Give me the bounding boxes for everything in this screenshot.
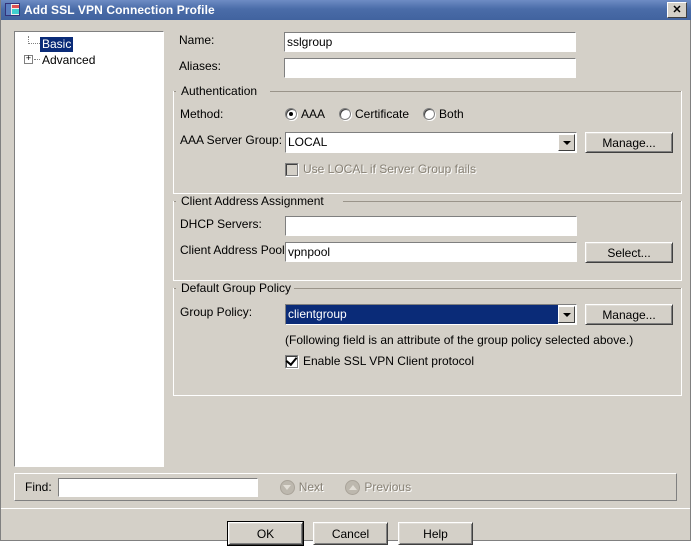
radio-aaa-label: AAA bbox=[301, 107, 326, 121]
use-local-checkbox-label: Use LOCAL if Server Group fails bbox=[303, 162, 476, 176]
group-policy-manage-button[interactable]: Manage... bbox=[585, 304, 673, 325]
radio-both-icon bbox=[423, 108, 436, 120]
tree-item-basic-label: Basic bbox=[40, 36, 74, 52]
chevron-down-icon[interactable] bbox=[558, 134, 575, 151]
cancel-button[interactable]: Cancel bbox=[313, 522, 388, 545]
aaa-manage-button[interactable]: Manage... bbox=[585, 132, 673, 153]
radio-certificate[interactable]: Certificate bbox=[339, 107, 409, 121]
group-policy-note: (Following field is an attribute of the … bbox=[285, 333, 634, 347]
radio-aaa[interactable]: AAA bbox=[285, 107, 325, 121]
aaa-server-group-row: AAA Server Group: bbox=[180, 133, 285, 147]
radio-aaa-icon bbox=[285, 108, 297, 120]
ok-button[interactable]: OK bbox=[227, 521, 304, 546]
navigation-tree[interactable]: Basic + Advanced bbox=[14, 31, 164, 467]
aaa-server-group-label: AAA Server Group: bbox=[180, 133, 283, 147]
dhcp-servers-input[interactable] bbox=[285, 216, 577, 236]
client-address-group: Client Address Assignment DHCP Servers: … bbox=[173, 194, 682, 281]
group-policy-label: Group Policy: bbox=[180, 305, 253, 319]
address-pools-input[interactable]: vpnpool bbox=[285, 242, 577, 262]
radio-certificate-icon bbox=[339, 108, 352, 120]
find-previous-button: Previous bbox=[345, 479, 412, 495]
tree-item-basic[interactable]: Basic bbox=[19, 36, 163, 52]
title-bar: Add SSL VPN Connection Profile ✕ bbox=[1, 0, 691, 20]
use-local-checkbox: Use LOCAL if Server Group fails bbox=[285, 162, 476, 176]
name-label: Name: bbox=[179, 33, 215, 47]
tree-item-advanced[interactable]: + Advanced bbox=[19, 52, 163, 68]
name-input[interactable]: sslgroup bbox=[284, 32, 576, 52]
name-row: Name: bbox=[179, 33, 284, 47]
arrow-up-icon bbox=[345, 479, 361, 495]
profile-window-icon bbox=[5, 2, 21, 18]
aaa-server-group-value: LOCAL bbox=[288, 135, 328, 149]
enable-ssl-vpn-checkbox[interactable]: Enable SSL VPN Client protocol bbox=[285, 353, 474, 368]
chevron-down-icon[interactable] bbox=[558, 306, 575, 323]
expand-plus-icon[interactable]: + bbox=[23, 52, 40, 68]
aaa-server-group-select[interactable]: LOCAL bbox=[285, 132, 577, 153]
address-pools-select-button[interactable]: Select... bbox=[585, 242, 673, 263]
group-policy-value: clientgroup bbox=[286, 305, 558, 324]
radio-both[interactable]: Both bbox=[423, 107, 464, 121]
dhcp-servers-label: DHCP Servers: bbox=[180, 217, 262, 231]
dialog-window: Add SSL VPN Connection Profile ✕ Basic + bbox=[0, 0, 691, 546]
aliases-label: Aliases: bbox=[179, 59, 222, 73]
find-previous-label: Previous bbox=[364, 480, 412, 494]
arrow-down-icon bbox=[279, 479, 295, 495]
enable-ssl-vpn-checkbox-icon bbox=[285, 353, 298, 368]
group-policy-select[interactable]: clientgroup bbox=[285, 304, 577, 325]
aliases-input[interactable] bbox=[284, 58, 576, 78]
find-bar: Find: Next Previous bbox=[14, 473, 677, 501]
find-input[interactable] bbox=[57, 477, 258, 497]
help-button[interactable]: Help bbox=[398, 522, 473, 545]
find-next-label: Next bbox=[298, 480, 324, 494]
radio-certificate-label: Certificate bbox=[355, 107, 410, 121]
group-policy-row: Group Policy: bbox=[180, 305, 285, 319]
address-pools-label: Client Address Pools: bbox=[180, 243, 295, 257]
window-title: Add SSL VPN Connection Profile bbox=[24, 3, 215, 17]
method-row: Method: AAA Certificate Both bbox=[180, 107, 478, 121]
radio-both-label: Both bbox=[439, 107, 464, 121]
tree-item-advanced-label: Advanced bbox=[42, 52, 96, 67]
dhcp-servers-row: DHCP Servers: bbox=[180, 217, 285, 231]
address-pools-row: Client Address Pools: bbox=[180, 243, 295, 257]
find-label: Find: bbox=[25, 480, 52, 494]
divider bbox=[1, 508, 690, 509]
default-group-policy-group: Default Group Policy Group Policy: clien… bbox=[173, 281, 682, 396]
dialog-content: Basic + Advanced Name: sslgroup Aliases:… bbox=[1, 20, 690, 546]
find-next-button: Next bbox=[279, 479, 324, 495]
close-icon[interactable]: ✕ bbox=[667, 2, 687, 18]
method-label: Method: bbox=[180, 107, 224, 121]
use-local-checkbox-icon bbox=[285, 162, 298, 176]
tree-connector-icon bbox=[23, 36, 40, 52]
dialog-button-bar: OK Cancel Help bbox=[1, 508, 690, 558]
authentication-group: Authentication Method: AAA Certificate B… bbox=[173, 84, 682, 194]
form-area: Name: sslgroup Aliases: Authentication M… bbox=[171, 20, 690, 470]
enable-ssl-vpn-checkbox-label: Enable SSL VPN Client protocol bbox=[303, 354, 474, 368]
aliases-row: Aliases: bbox=[179, 59, 284, 73]
